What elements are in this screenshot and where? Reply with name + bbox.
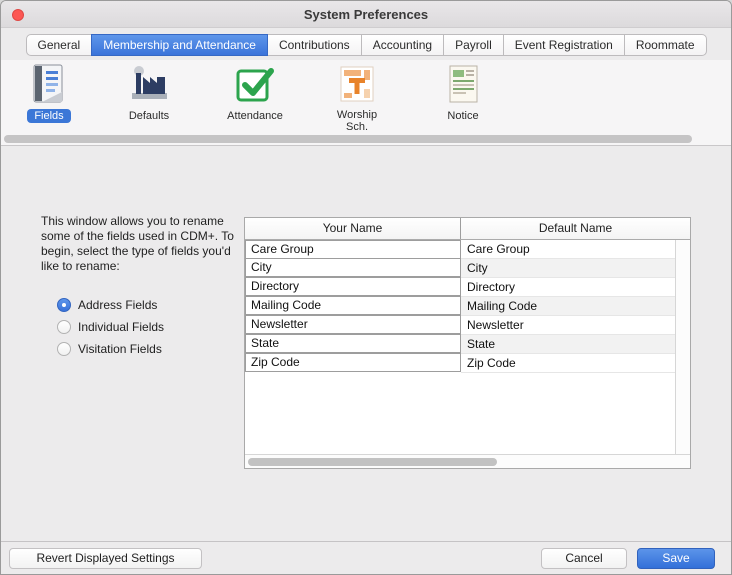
table-row: Care Group Care Group — [245, 240, 675, 259]
your-name-cell[interactable]: Zip Code — [245, 353, 461, 372]
tab-general[interactable]: General — [26, 34, 93, 56]
section-toolbar: Fields Defaults Attendance — [1, 60, 731, 132]
table-body: Care Group Care Group City City Director… — [245, 240, 675, 454]
worship-schedule-icon — [335, 62, 379, 106]
radio-individual-fields-label: Individual Fields — [78, 320, 164, 334]
radio-button-icon — [57, 320, 71, 334]
field-names-table: Your Name Default Name Care Group Care G… — [244, 217, 691, 469]
your-name-cell[interactable]: Mailing Code — [245, 296, 461, 315]
default-name-cell: Newsletter — [461, 316, 675, 335]
toolbar-label-notice: Notice — [440, 109, 485, 123]
tab-membership-and-attendance[interactable]: Membership and Attendance — [91, 34, 268, 56]
table-scrollbar-thumb[interactable] — [248, 458, 497, 466]
radio-button-icon — [57, 342, 71, 356]
radio-visitation-fields[interactable]: Visitation Fields — [57, 338, 164, 360]
radio-visitation-fields-label: Visitation Fields — [78, 342, 162, 356]
tab-roommate[interactable]: Roommate — [624, 34, 707, 56]
your-name-cell[interactable]: State — [245, 334, 461, 353]
table-row: City City — [245, 259, 675, 278]
toolbar-horizontal-scrollbar[interactable] — [1, 132, 731, 146]
table-header: Your Name Default Name — [245, 218, 690, 240]
field-type-radio-group: Address Fields Individual Fields Visitat… — [57, 294, 164, 360]
tab-payroll[interactable]: Payroll — [443, 34, 504, 56]
save-button[interactable]: Save — [637, 548, 715, 569]
toolbar-label-worship-schedule: Worship Sch. — [321, 108, 393, 134]
fields-pane: This window allows you to rename some of… — [1, 146, 731, 549]
default-name-cell: State — [461, 335, 675, 354]
toolbar-item-worship-schedule[interactable]: Worship Sch. — [321, 62, 393, 135]
default-name-cell: Directory — [461, 278, 675, 297]
defaults-icon — [127, 62, 171, 106]
tab-event-registration[interactable]: Event Registration — [503, 34, 625, 56]
window-title: System Preferences — [1, 7, 731, 22]
system-preferences-window: System Preferences General Membership an… — [0, 0, 732, 575]
your-name-cell[interactable]: Newsletter — [245, 315, 461, 334]
table-row: Mailing Code Mailing Code — [245, 297, 675, 316]
table-row: Zip Code Zip Code — [245, 354, 675, 373]
default-name-cell: Zip Code — [461, 354, 675, 373]
toolbar-item-notice[interactable]: Notice — [427, 62, 499, 124]
fields-icon — [27, 62, 71, 106]
revert-displayed-settings-button[interactable]: Revert Displayed Settings — [9, 548, 202, 569]
toolbar-item-attendance[interactable]: Attendance — [219, 62, 291, 124]
toolbar-label-fields: Fields — [27, 109, 70, 123]
your-name-cell[interactable]: Directory — [245, 277, 461, 296]
table-row: State State — [245, 335, 675, 354]
toolbar-scrollbar-thumb[interactable] — [4, 135, 692, 143]
tab-accounting[interactable]: Accounting — [361, 34, 444, 56]
table-row: Directory Directory — [245, 278, 675, 297]
cancel-button[interactable]: Cancel — [541, 548, 627, 569]
radio-button-icon — [57, 298, 71, 312]
default-name-cell: Care Group — [461, 240, 675, 259]
attendance-icon — [233, 62, 277, 106]
toolbar-label-attendance: Attendance — [220, 109, 290, 123]
toolbar-item-defaults[interactable]: Defaults — [113, 62, 185, 124]
notice-icon — [441, 62, 485, 106]
preferences-tab-bar: General Membership and Attendance Contri… — [1, 28, 731, 60]
title-bar: System Preferences — [1, 1, 731, 28]
table-vertical-scrollbar[interactable] — [675, 240, 690, 454]
radio-address-fields[interactable]: Address Fields — [57, 294, 164, 316]
your-name-cell[interactable]: City — [245, 258, 461, 277]
column-header-default-name: Default Name — [461, 218, 690, 239]
table-horizontal-scrollbar[interactable] — [245, 454, 690, 468]
radio-address-fields-label: Address Fields — [78, 298, 157, 312]
toolbar-item-fields[interactable]: Fields — [13, 62, 85, 124]
default-name-cell: City — [461, 259, 675, 278]
column-header-your-name: Your Name — [245, 218, 461, 239]
toolbar-label-defaults: Defaults — [122, 109, 176, 123]
radio-individual-fields[interactable]: Individual Fields — [57, 316, 164, 338]
tab-contributions[interactable]: Contributions — [267, 34, 362, 56]
pane-description: This window allows you to rename some of… — [41, 214, 251, 274]
default-name-cell: Mailing Code — [461, 297, 675, 316]
table-row: Newsletter Newsletter — [245, 316, 675, 335]
footer-bar: Revert Displayed Settings Cancel Save — [1, 541, 731, 574]
your-name-cell[interactable]: Care Group — [245, 240, 461, 259]
